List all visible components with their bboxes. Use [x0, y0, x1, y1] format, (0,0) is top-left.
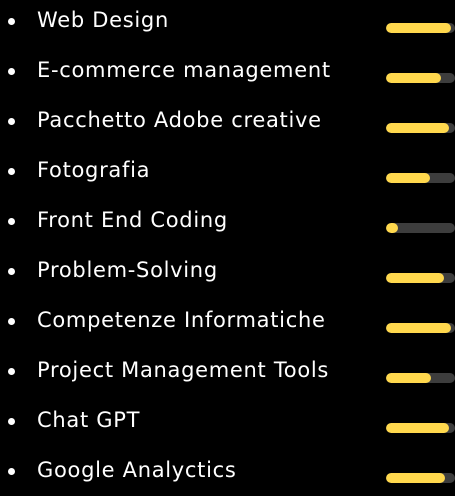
skill-item-ecommerce-management: E-commerce management	[0, 46, 455, 96]
skill-progress-bar	[386, 73, 455, 83]
bullet-icon	[8, 368, 15, 375]
skill-item-competenze-informatiche: Competenze Informatiche	[0, 296, 455, 346]
skill-progress-fill	[386, 373, 431, 383]
skill-progress-fill	[386, 423, 450, 433]
skill-progress-fill	[386, 223, 398, 233]
skill-progress-bar	[386, 323, 455, 333]
skill-progress-bar	[386, 123, 455, 133]
skill-progress-bar	[386, 373, 455, 383]
skill-progress-fill	[386, 123, 450, 133]
skill-item-front-end-coding: Front End Coding	[0, 196, 455, 246]
skill-progress-bar	[386, 173, 455, 183]
skill-progress-fill	[386, 173, 431, 183]
skill-progress-bar	[386, 473, 455, 483]
skill-label: Web Design	[37, 8, 169, 32]
skill-label: E-commerce management	[37, 58, 331, 82]
skill-progress-fill	[386, 273, 444, 283]
skill-progress-fill	[386, 473, 446, 483]
skill-item-fotografia: Fotografia	[0, 146, 455, 196]
skill-progress-bar	[386, 223, 455, 233]
skill-label: Chat GPT	[37, 408, 141, 432]
skill-progress-fill	[386, 323, 451, 333]
bullet-icon	[8, 418, 15, 425]
skill-label: Front End Coding	[37, 208, 228, 232]
skills-list: Web Design E-commerce management Pacchet…	[0, 0, 455, 496]
skill-label: Google Analyctics	[37, 458, 237, 482]
skill-item-project-management-tools: Project Management Tools	[0, 346, 455, 396]
bullet-icon	[8, 318, 15, 325]
skill-label: Problem-Solving	[37, 258, 218, 282]
skill-progress-bar	[386, 23, 455, 33]
skill-progress-fill	[386, 73, 441, 83]
bullet-icon	[8, 118, 15, 125]
skill-label: Pacchetto Adobe creative	[37, 108, 322, 132]
skill-item-google-analytics: Google Analyctics	[0, 446, 455, 496]
bullet-icon	[8, 168, 15, 175]
skill-item-web-design: Web Design	[0, 0, 455, 46]
skill-progress-fill	[386, 23, 451, 33]
bullet-icon	[8, 18, 15, 25]
skill-label: Competenze Informatiche	[37, 308, 326, 332]
bullet-icon	[8, 468, 15, 475]
skill-label: Fotografia	[37, 158, 151, 182]
skill-item-problem-solving: Problem-Solving	[0, 246, 455, 296]
bullet-icon	[8, 68, 15, 75]
bullet-icon	[8, 268, 15, 275]
skill-progress-bar	[386, 423, 455, 433]
skill-item-chat-gpt: Chat GPT	[0, 396, 455, 446]
skill-item-adobe-creative: Pacchetto Adobe creative	[0, 96, 455, 146]
skill-label: Project Management Tools	[37, 358, 330, 382]
skill-progress-bar	[386, 273, 455, 283]
bullet-icon	[8, 218, 15, 225]
